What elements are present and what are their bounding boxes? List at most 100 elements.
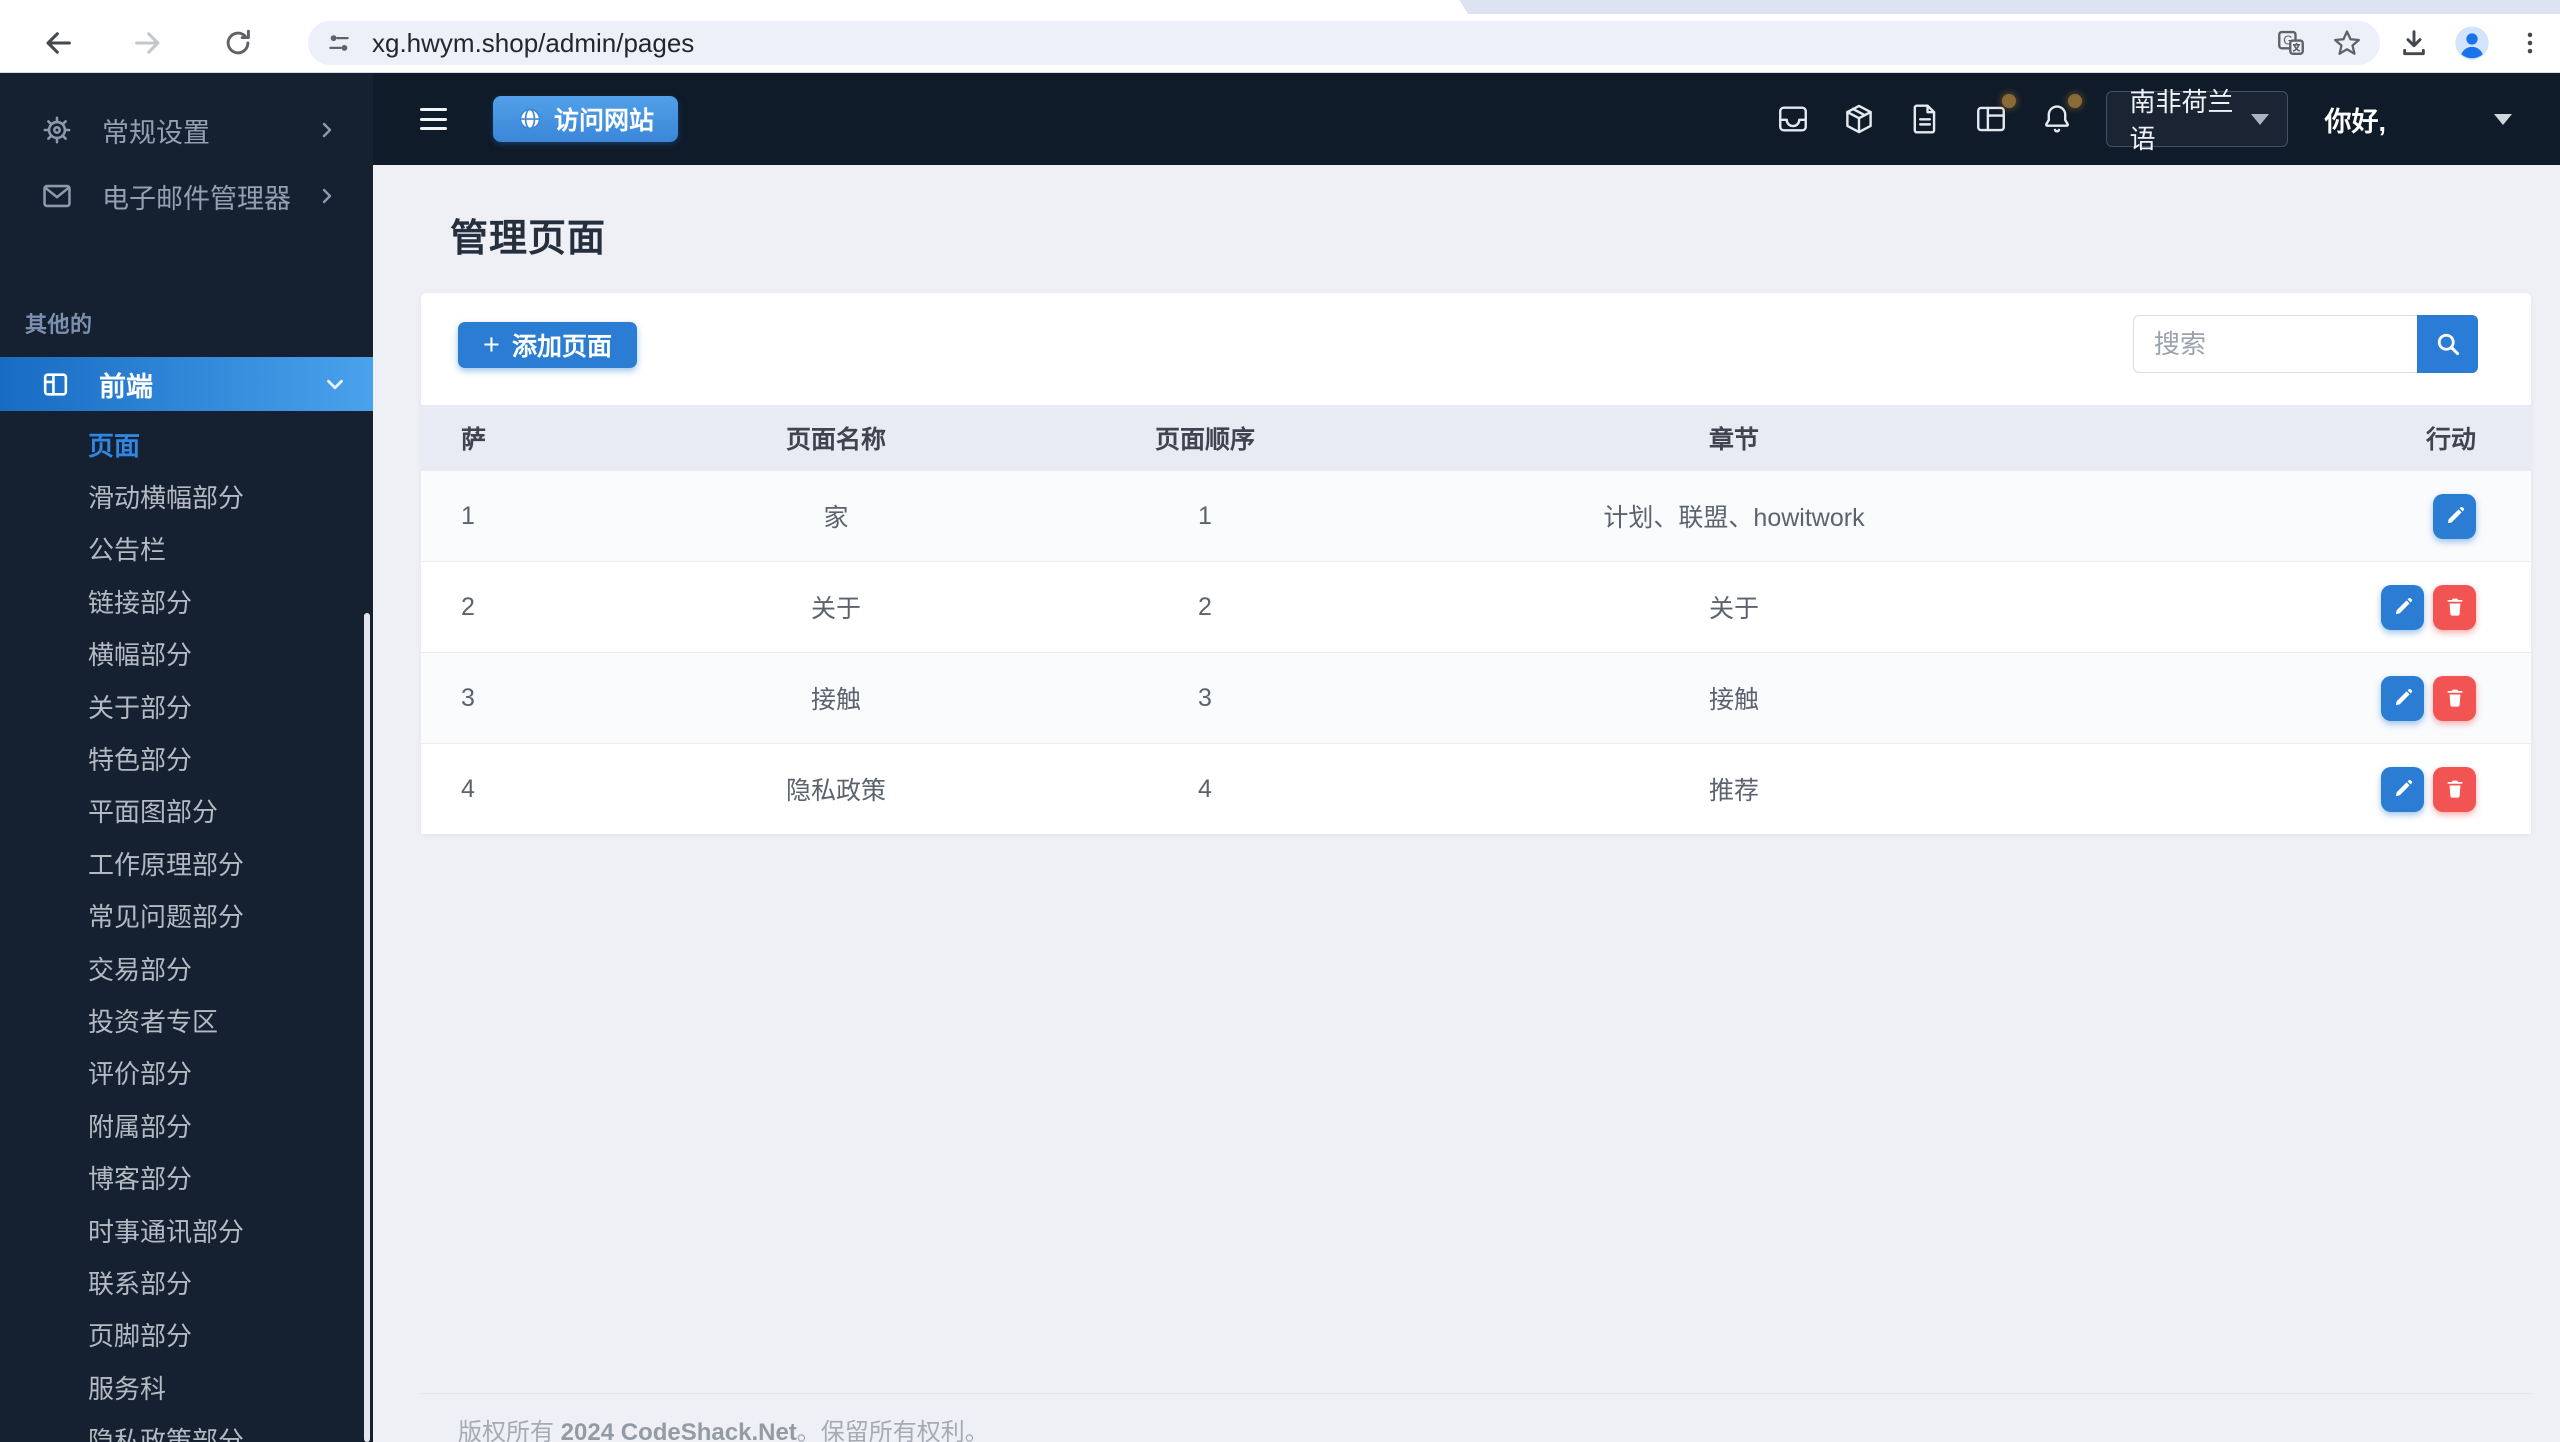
sidebar-subitem[interactable]: 常见问题部分 (0, 890, 373, 942)
cell-actions (2139, 675, 2531, 721)
table-row: 1 家 1 计划、联盟、howitwork (421, 470, 2531, 561)
edit-button[interactable] (2381, 675, 2424, 721)
active-tab[interactable] (0, 0, 1440, 14)
edit-button[interactable] (2381, 584, 2424, 630)
bell-icon[interactable] (2040, 94, 2083, 136)
table-body: 1 家 1 计划、联盟、howitwork 2 关于 2 关于 3 接触 3 接… (421, 470, 2531, 834)
footer-text: 版权所有 (458, 1419, 561, 1442)
table-icon[interactable] (1974, 94, 2017, 136)
document-icon[interactable] (1908, 102, 1942, 136)
bookmark-star-icon[interactable] (2330, 26, 2364, 60)
notification-badge (2002, 94, 2017, 108)
profile-avatar (2452, 23, 2492, 63)
delete-button[interactable] (2433, 584, 2476, 630)
sidebar-subitem[interactable]: 联系部分 (0, 1256, 373, 1308)
sidebar-scrollbar-thumb[interactable] (364, 613, 370, 1442)
sidebar-subitem[interactable]: 服务科 (0, 1361, 373, 1413)
add-page-label: 添加页面 (511, 333, 612, 361)
language-selected-value: 南非荷兰语 (2129, 87, 2234, 154)
browser-chrome: xg.hwym.shop/admin/pages G (0, 0, 2560, 73)
table-header-row: 萨 页面名称 页面顺序 章节 行动 (421, 405, 2531, 470)
cell-page-order: 4 (1198, 774, 1212, 803)
sidebar-subitem[interactable]: 附属部分 (0, 1099, 373, 1151)
user-menu-caret-icon[interactable] (2494, 113, 2512, 125)
screen: xg.hwym.shop/admin/pages G 访问网站 南非荷兰语 你好… (0, 0, 2560, 1442)
cell-sections: 推荐 (1708, 777, 1759, 805)
site-info-icon[interactable] (322, 26, 356, 60)
sidebar-subitem[interactable]: 投资者专区 (0, 994, 373, 1046)
column-header: 萨 (461, 425, 487, 454)
back-button[interactable] (38, 23, 78, 63)
admin-navbar: 访问网站 南非荷兰语 你好, (373, 73, 2560, 165)
sidebar-item-email-manager[interactable]: 电子邮件管理器 (0, 163, 373, 229)
globe-icon (519, 108, 541, 130)
chevron-right-icon (315, 184, 339, 208)
address-bar[interactable]: xg.hwym.shop/admin/pages G (308, 21, 2380, 65)
translate-icon[interactable]: G (2274, 26, 2308, 60)
sidebar-subitem[interactable]: 工作原理部分 (0, 837, 373, 889)
trash-icon (2444, 596, 2466, 618)
sidebar-subitem[interactable]: 页面 (0, 418, 373, 470)
cell-page-name: 隐私政策 (785, 777, 886, 805)
sidebar-item-frontend[interactable]: 前端 (0, 357, 373, 411)
sidebar-subitem[interactable]: 评价部分 (0, 1047, 373, 1099)
cell-sections: 接触 (1708, 686, 1759, 714)
sidebar-subitem[interactable]: 时事通讯部分 (0, 1204, 373, 1256)
cell-page-name: 接触 (810, 686, 861, 714)
language-select[interactable]: 南非荷兰语 (2106, 87, 2289, 154)
sidebar-item-label: 常规设置 (102, 117, 210, 148)
delete-button[interactable] (2433, 675, 2476, 721)
cell-sections: 关于 (1708, 595, 1759, 623)
caret-down-icon (2251, 113, 2270, 125)
sidebar-subitem[interactable]: 交易部分 (0, 942, 373, 994)
footer: 版权所有 2024 CodeShack.Net。保留所有权利。 (421, 1393, 2531, 1442)
sidebar-subitem[interactable]: 链接部分 (0, 575, 373, 627)
sidebar-subitem[interactable]: 关于部分 (0, 680, 373, 732)
sidebar-subitem[interactable]: 平面图部分 (0, 785, 373, 837)
column-header: 章节 (1708, 425, 1759, 454)
navbar-icon-group (1776, 94, 2083, 136)
browser-actions (2394, 23, 2550, 63)
reload-icon (226, 29, 250, 55)
inbox-icon[interactable] (1776, 102, 1810, 136)
sidebar-item-general-settings[interactable]: 常规设置 (0, 97, 373, 163)
cell-sa: 4 (461, 774, 475, 803)
column-header: 页面名称 (785, 425, 886, 454)
download-button[interactable] (2394, 23, 2434, 63)
tab-strip (0, 0, 2560, 14)
reload-button[interactable] (218, 23, 258, 63)
sidebar-subitem[interactable]: 隐私政策部分 (0, 1413, 373, 1442)
user-greeting: 你好, (2324, 106, 2386, 137)
back-icon (46, 32, 71, 54)
cell-actions (2139, 584, 2531, 630)
sidebar-subitem[interactable]: 博客部分 (0, 1151, 373, 1203)
sidebar-subitem[interactable]: 公告栏 (0, 523, 373, 575)
cell-actions (2139, 766, 2531, 812)
sidebar-subitem[interactable]: 横幅部分 (0, 628, 373, 680)
pencil-icon (2392, 596, 2414, 618)
cell-actions (2139, 493, 2531, 539)
search-button[interactable] (2417, 315, 2478, 373)
package-icon[interactable] (1842, 102, 1876, 136)
edit-button[interactable] (2433, 493, 2476, 539)
sidebar-subitem[interactable]: 滑动横幅部分 (0, 470, 373, 522)
search-input[interactable] (2133, 315, 2417, 373)
add-page-button[interactable]: + 添加页面 (458, 322, 637, 368)
edit-button[interactable] (2381, 766, 2424, 812)
browser-menu-button[interactable] (2510, 23, 2550, 63)
profile-button[interactable] (2452, 23, 2492, 63)
main-content: 管理页面 + 添加页面 萨 页面名称 页面顺序 章节 行动 1 家 1 计划、联盟、ho… (373, 165, 2560, 1442)
sidebar-subitem[interactable]: 特色部分 (0, 732, 373, 784)
download-icon (2403, 30, 2425, 56)
table-row: 2 关于 2 关于 (421, 561, 2531, 652)
forward-button[interactable] (128, 23, 168, 63)
visit-site-button[interactable]: 访问网站 (493, 96, 679, 142)
sidebar-submenu: 页面 滑动横幅部分 公告栏 链接部分 横幅部分 关于部分 特色部分 平面图部分 工作原理部分 常见… (0, 418, 373, 1442)
delete-button[interactable] (2433, 766, 2476, 812)
gear-icon (40, 113, 74, 147)
sidebar-subitem[interactable]: 页脚部分 (0, 1309, 373, 1361)
sidebar-toggle-button[interactable] (420, 108, 447, 130)
trash-icon (2444, 687, 2466, 709)
url-text[interactable]: xg.hwym.shop/admin/pages (372, 28, 2274, 59)
visit-site-label: 访问网站 (554, 107, 655, 135)
